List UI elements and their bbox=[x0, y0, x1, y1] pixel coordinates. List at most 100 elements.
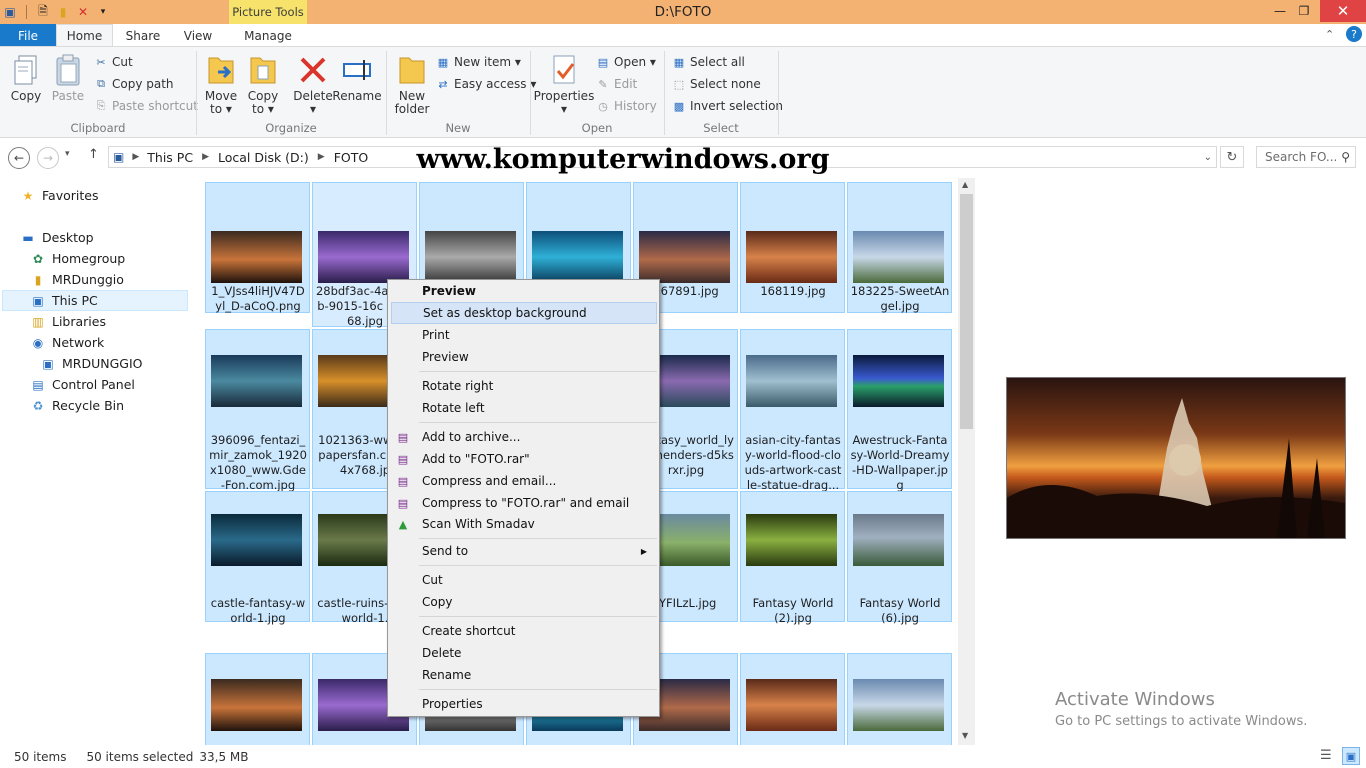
menu-item-compress-email[interactable]: ▤ Compress and email... bbox=[391, 470, 657, 492]
file-tile[interactable]: 396096_fentazi_mir_zamok_1920x1080_www.G… bbox=[205, 329, 310, 492]
new-folder-button[interactable]: New folder bbox=[392, 53, 432, 116]
file-tile[interactable]: Fantasy World (6).jpg bbox=[847, 491, 952, 625]
customize-chevron-icon[interactable]: ▾ bbox=[95, 4, 111, 20]
invert-selection-button[interactable]: ▩ Invert selection bbox=[672, 96, 783, 116]
nav-libraries[interactable]: ▥ Libraries bbox=[30, 311, 106, 332]
tab-manage[interactable]: Manage bbox=[235, 24, 301, 47]
back-arrow-icon[interactable]: ← bbox=[8, 147, 30, 169]
properties-button[interactable]: Properties ▾ bbox=[534, 53, 594, 116]
up-arrow-icon[interactable]: ↑ bbox=[88, 147, 99, 162]
help-icon[interactable]: ? bbox=[1346, 26, 1362, 42]
forward-arrow-icon[interactable]: → bbox=[37, 147, 59, 169]
scroll-down-icon[interactable]: ▼ bbox=[962, 731, 968, 740]
nav-favorites[interactable]: ★ Favorites bbox=[20, 185, 99, 206]
new-folder-icon[interactable]: ▮ bbox=[55, 4, 71, 20]
search-icon[interactable]: ⚲ bbox=[1341, 150, 1350, 164]
properties-checkmark-icon bbox=[548, 53, 580, 87]
nav-network[interactable]: ◉ Network bbox=[30, 332, 104, 353]
refresh-icon[interactable]: ↻ bbox=[1220, 146, 1244, 168]
nav-network-pc[interactable]: ▣ MRDUNGGIO bbox=[40, 353, 142, 374]
scrollbar-thumb[interactable] bbox=[960, 194, 973, 429]
menu-item-rotate-right[interactable]: Rotate right bbox=[391, 375, 657, 397]
menu-item-compress-rar-email[interactable]: ▤ Compress to "FOTO.rar" and email bbox=[391, 492, 657, 514]
tab-share[interactable]: Share bbox=[118, 24, 168, 47]
breadcrumb-this-pc[interactable]: This PC bbox=[147, 150, 193, 165]
breadcrumb-chevron-icon[interactable]: ▶ bbox=[132, 152, 139, 162]
history-button[interactable]: ◷ History bbox=[596, 96, 657, 116]
easy-access-button[interactable]: ⇄ Easy access ▾ bbox=[436, 74, 536, 94]
collapse-ribbon-icon[interactable]: ⌃ bbox=[1325, 28, 1334, 41]
breadcrumb-local-disk[interactable]: Local Disk (D:) bbox=[218, 150, 309, 165]
menu-item-print[interactable]: Print bbox=[391, 324, 657, 346]
search-input[interactable]: Search FO... ⚲ bbox=[1256, 146, 1356, 168]
select-group-label: Select bbox=[703, 121, 739, 135]
menu-item-add-to-archive[interactable]: ▤ Add to archive... bbox=[391, 426, 657, 448]
copy-icon bbox=[10, 53, 42, 87]
delete-icon[interactable]: ✕ bbox=[75, 4, 91, 20]
file-tile[interactable] bbox=[740, 653, 845, 745]
nav-desktop[interactable]: ▬ Desktop bbox=[20, 227, 93, 248]
menu-item-properties[interactable]: Properties bbox=[391, 693, 657, 715]
tab-view[interactable]: View bbox=[176, 24, 220, 47]
context-menu: Preview Set as desktop background Print … bbox=[387, 279, 660, 717]
tab-home[interactable]: Home bbox=[56, 24, 113, 47]
menu-item-add-to-rar[interactable]: ▤ Add to "FOTO.rar" bbox=[391, 448, 657, 470]
menu-item-scan-smadav[interactable]: ▲ Scan With Smadav bbox=[391, 513, 657, 535]
delete-button[interactable]: Delete ▾ bbox=[292, 53, 334, 116]
select-none-button[interactable]: ⬚ Select none bbox=[672, 74, 761, 94]
nav-recycle-bin[interactable]: ♻ Recycle Bin bbox=[30, 395, 124, 416]
large-icons-view-icon[interactable]: ▣ bbox=[1342, 747, 1360, 765]
window-menu-icon[interactable]: ▣ bbox=[2, 4, 18, 20]
navigation-pane: ★ Favorites ▬ Desktop ✿ Homegroup ▮ MRDunggi… bbox=[0, 178, 190, 745]
tab-file[interactable]: File bbox=[0, 24, 56, 47]
properties-icon[interactable]: 🗎 bbox=[35, 4, 51, 20]
rename-button[interactable]: Rename bbox=[332, 53, 382, 103]
details-view-icon[interactable]: ☰ bbox=[1320, 748, 1332, 763]
nav-mrdunggio[interactable]: ▮ MRDunggio bbox=[30, 269, 124, 290]
open-button[interactable]: ▤ Open ▾ bbox=[596, 52, 656, 72]
menu-item-set-desktop-background[interactable]: Set as desktop background bbox=[391, 302, 657, 324]
copy-path-button[interactable]: ⧉ Copy path bbox=[94, 74, 173, 94]
menu-item-preview-default[interactable]: Preview bbox=[391, 280, 657, 302]
scroll-up-icon[interactable]: ▲ bbox=[962, 180, 968, 189]
file-tile[interactable]: 1_VJss4liHJV47Dyl_D-aCoQ.png bbox=[205, 182, 310, 313]
move-to-button[interactable]: Move to ▾ bbox=[202, 53, 240, 116]
image-thumbnail bbox=[425, 231, 516, 283]
paste-shortcut-button[interactable]: ⎘ Paste shortcut bbox=[94, 96, 198, 116]
select-none-label: Select none bbox=[690, 77, 761, 91]
select-all-button[interactable]: ▦ Select all bbox=[672, 52, 745, 72]
file-tile[interactable]: 183225-SweetAngel.jpg bbox=[847, 182, 952, 313]
nav-control-panel[interactable]: ▤ Control Panel bbox=[30, 374, 135, 395]
breadcrumb-foto[interactable]: FOTO bbox=[334, 150, 369, 165]
maximize-button[interactable]: ❐ bbox=[1290, 0, 1318, 22]
menu-item-preview[interactable]: Preview bbox=[391, 346, 657, 368]
file-tile[interactable]: 168119.jpg bbox=[740, 182, 845, 313]
cut-button[interactable]: ✂ Cut bbox=[94, 52, 132, 72]
close-button[interactable]: ✕ bbox=[1320, 0, 1366, 22]
nav-this-pc[interactable]: ▣ This PC bbox=[30, 290, 97, 311]
file-tile[interactable] bbox=[205, 653, 310, 745]
new-item-button[interactable]: ▦ New item ▾ bbox=[436, 52, 521, 72]
recent-locations-chevron-icon[interactable]: ▾ bbox=[65, 149, 70, 159]
menu-item-rotate-left[interactable]: Rotate left bbox=[391, 397, 657, 419]
menu-item-create-shortcut[interactable]: Create shortcut bbox=[391, 620, 657, 642]
menu-item-add-to-archive-label: Add to archive... bbox=[422, 430, 521, 444]
file-tile[interactable]: Awestruck-Fantasy-World-Dreamy-HD-Wallpa… bbox=[847, 329, 952, 492]
menu-item-rename[interactable]: Rename bbox=[391, 664, 657, 686]
paste-button[interactable]: Paste bbox=[50, 53, 86, 103]
address-dropdown-icon[interactable]: ⌄ bbox=[1204, 152, 1212, 163]
menu-item-cut[interactable]: Cut bbox=[391, 569, 657, 591]
edit-button[interactable]: ✎ Edit bbox=[596, 74, 637, 94]
menu-item-copy[interactable]: Copy bbox=[391, 591, 657, 613]
copy-button[interactable]: Copy bbox=[8, 53, 44, 103]
file-tile[interactable] bbox=[847, 653, 952, 745]
file-tile[interactable]: Fantasy World (2).jpg bbox=[740, 491, 845, 625]
breadcrumb-chevron-icon[interactable]: ▶ bbox=[202, 152, 209, 162]
menu-item-send-to[interactable]: Send to ▶ bbox=[391, 540, 657, 562]
copy-to-button[interactable]: Copy to ▾ bbox=[244, 53, 282, 116]
menu-item-delete[interactable]: Delete bbox=[391, 642, 657, 664]
file-tile[interactable]: asian-city-fantasy-world-flood-clouds-ar… bbox=[740, 329, 845, 492]
nav-homegroup[interactable]: ✿ Homegroup bbox=[30, 248, 125, 269]
file-tile[interactable]: castle-fantasy-world-1.jpg bbox=[205, 491, 310, 625]
breadcrumb-chevron-icon[interactable]: ▶ bbox=[318, 152, 325, 162]
